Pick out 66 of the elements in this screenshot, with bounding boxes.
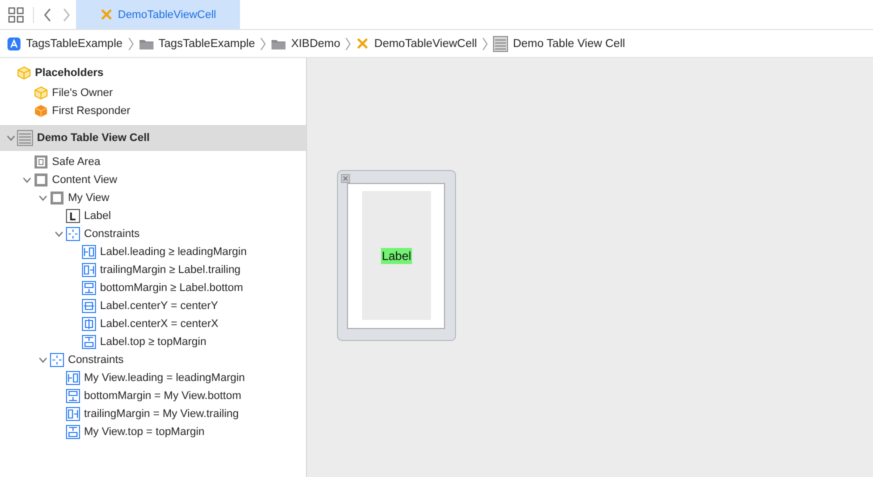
editor-tab[interactable]: DemoTableViewCell bbox=[76, 0, 240, 29]
outline-item[interactable]: Label.leading ≥ leadingMargin bbox=[0, 243, 306, 261]
outline-item[interactable]: My View bbox=[0, 189, 306, 207]
outline-item[interactable]: Label.centerX = centerX bbox=[0, 315, 306, 333]
close-icon[interactable] bbox=[341, 174, 350, 183]
breadcrumb-item[interactable]: Demo Table View Cell bbox=[492, 36, 626, 52]
constraint-icon bbox=[82, 299, 96, 313]
outline-item[interactable]: Label.centerY = centerY bbox=[0, 297, 306, 315]
outline-item[interactable]: bottomMargin = My View.bottom bbox=[0, 387, 306, 405]
chevron-icon bbox=[128, 36, 134, 50]
outline-item[interactable]: My View.top = topMargin bbox=[0, 423, 306, 441]
label-icon bbox=[66, 209, 80, 223]
folder-icon bbox=[138, 38, 154, 50]
outline-item[interactable]: Content View bbox=[0, 171, 306, 189]
cube-icon bbox=[34, 104, 48, 118]
app-icon bbox=[7, 36, 21, 50]
constraints-icon bbox=[66, 227, 80, 241]
outline-item[interactable]: trailingMargin ≥ Label.trailing bbox=[0, 261, 306, 279]
constraint-icon bbox=[66, 371, 80, 385]
view-icon bbox=[34, 173, 48, 187]
safe-area-icon bbox=[34, 155, 48, 169]
constraint-icon bbox=[82, 245, 96, 259]
disclosure-icon[interactable] bbox=[38, 193, 48, 203]
chevron-icon bbox=[260, 36, 266, 50]
breadcrumb-item[interactable]: XIBDemo bbox=[271, 38, 340, 50]
cube-icon bbox=[17, 66, 31, 80]
outline-item[interactable]: File's Owner bbox=[0, 84, 306, 102]
breadcrumb-item[interactable]: DemoTableViewCell bbox=[356, 37, 477, 50]
constraint-icon bbox=[82, 335, 96, 349]
constraint-icon bbox=[82, 263, 96, 277]
chevron-icon bbox=[345, 36, 352, 50]
disclosure-icon[interactable] bbox=[54, 229, 64, 239]
view-icon bbox=[50, 191, 64, 205]
breadcrumb-item[interactable]: TagsTableExample bbox=[138, 38, 256, 50]
outline-item[interactable]: Placeholders bbox=[0, 62, 306, 84]
outline-item[interactable]: Label.top ≥ topMargin bbox=[0, 333, 306, 351]
outline-item[interactable]: bottomMargin ≥ Label.bottom bbox=[0, 279, 306, 297]
outline-item[interactable]: Safe Area bbox=[0, 153, 306, 171]
tools-icon bbox=[356, 37, 370, 50]
label-view[interactable]: Label bbox=[380, 248, 412, 264]
outline-item[interactable]: Constraints bbox=[0, 351, 306, 369]
outline-item[interactable]: Demo Table View Cell bbox=[0, 125, 306, 151]
grid-icon[interactable] bbox=[8, 6, 24, 22]
outline-item[interactable]: trailingMargin = My View.trailing bbox=[0, 405, 306, 423]
table-cell-frame[interactable]: Label bbox=[337, 170, 456, 341]
back-icon[interactable] bbox=[43, 8, 53, 22]
constraints-icon bbox=[50, 353, 64, 367]
outline-item[interactable]: Constraints bbox=[0, 225, 306, 243]
outline-item[interactable]: My View.leading = leadingMargin bbox=[0, 369, 306, 387]
table-cell-icon bbox=[17, 130, 33, 146]
folder-icon bbox=[271, 38, 286, 50]
disclosure-icon[interactable] bbox=[22, 175, 32, 185]
breadcrumb-item[interactable]: TagsTableExample bbox=[7, 36, 123, 50]
disclosure-icon[interactable] bbox=[38, 355, 48, 365]
outline-item[interactable]: First Responder bbox=[0, 102, 306, 120]
cube-icon bbox=[34, 86, 48, 100]
constraint-icon bbox=[66, 425, 80, 439]
tools-icon bbox=[100, 8, 113, 21]
disclosure-icon[interactable] bbox=[6, 133, 16, 143]
constraint-icon bbox=[66, 407, 80, 421]
table-cell-icon bbox=[492, 36, 508, 52]
outline-item[interactable]: Label bbox=[0, 207, 306, 225]
constraint-icon bbox=[66, 389, 80, 403]
constraint-icon bbox=[82, 317, 96, 331]
constraint-icon bbox=[82, 281, 96, 295]
chevron-icon bbox=[482, 36, 488, 50]
